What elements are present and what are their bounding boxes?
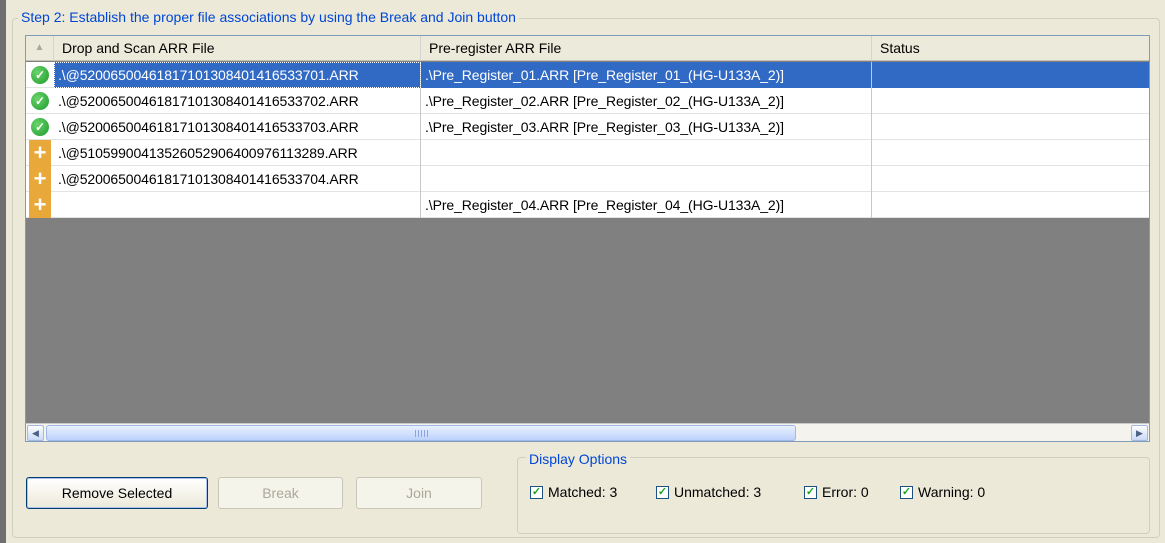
warning-checkbox[interactable]: ✓ <box>900 485 913 499</box>
scroll-right-button[interactable]: ▶ <box>1131 425 1148 441</box>
column-header-drop-scan[interactable]: Drop and Scan ARR File <box>54 36 421 61</box>
file-association-grid[interactable]: ▲ Drop and Scan ARR File Pre-register AR… <box>25 35 1150 442</box>
status-cell[interactable] <box>872 88 1149 114</box>
check-circle-icon: ✓ <box>31 92 49 110</box>
unmatched-checkbox[interactable]: ✓ <box>656 485 669 499</box>
preregister-file-cell[interactable]: .\Pre_Register_01.ARR [Pre_Register_01_(… <box>421 62 872 88</box>
error-checkbox[interactable]: ✓ <box>804 485 817 499</box>
preregister-file-cell[interactable]: .\Pre_Register_03.ARR [Pre_Register_03_(… <box>421 114 872 140</box>
matched-option[interactable]: ✓ Matched: 3 <box>530 484 617 500</box>
drop-scan-file-cell[interactable]: .\@520065004618171013084014165337​01.ARR <box>54 62 421 88</box>
status-cell[interactable] <box>872 114 1149 140</box>
plus-icon: + <box>29 166 51 192</box>
sort-column-header[interactable]: ▲ <box>26 36 54 61</box>
window-left-edge <box>0 0 6 543</box>
error-option[interactable]: ✓ Error: 0 <box>804 484 869 500</box>
drop-scan-file-cell[interactable]: .\@52006500461817101308401416533704.ARR <box>54 166 421 192</box>
plus-icon: + <box>29 192 51 218</box>
drop-scan-file-cell[interactable]: .\@51059900413526052906400976113289.ARR <box>54 140 421 166</box>
grip-icon <box>415 430 429 437</box>
unmatched-label: Unmatched: 3 <box>674 484 762 500</box>
preregister-file-cell[interactable]: .\Pre_Register_04.ARR [Pre_Register_04_(… <box>421 192 872 218</box>
error-label: Error: 0 <box>822 484 869 500</box>
table-row[interactable]: ✓ .\@52006500461817101308401416533702.AR… <box>26 88 1149 114</box>
status-cell[interactable] <box>872 140 1149 166</box>
table-row[interactable]: + .\Pre_Register_04.ARR [Pre_Register_04… <box>26 192 1149 218</box>
horizontal-scrollbar[interactable]: ◀ ▶ <box>26 423 1149 441</box>
unmatched-option[interactable]: ✓ Unmatched: 3 <box>656 484 761 500</box>
status-cell[interactable] <box>872 192 1149 218</box>
join-button[interactable]: Join <box>356 477 482 509</box>
remove-selected-button[interactable]: Remove Selected <box>26 477 208 509</box>
warning-label: Warning: 0 <box>918 484 986 500</box>
scroll-left-button[interactable]: ◀ <box>27 425 44 441</box>
table-row[interactable]: + .\@52006500461817101308401416533704.AR… <box>26 166 1149 192</box>
status-cell[interactable] <box>872 62 1149 88</box>
warning-option[interactable]: ✓ Warning: 0 <box>900 484 985 500</box>
check-circle-icon: ✓ <box>31 118 49 136</box>
table-row[interactable]: ✓ .\@520065004618171013084014165337​01.A… <box>26 62 1149 88</box>
drop-scan-file-cell[interactable] <box>54 192 421 218</box>
matched-label: Matched: 3 <box>548 484 618 500</box>
matched-checkbox[interactable]: ✓ <box>530 485 543 499</box>
plus-icon: + <box>29 140 51 166</box>
column-header-status[interactable]: Status <box>872 36 1149 61</box>
table-row[interactable]: + .\@51059900413526052906400976113289.AR… <box>26 140 1149 166</box>
status-cell[interactable] <box>872 166 1149 192</box>
table-row[interactable]: ✓ .\@52006500461817101308401416533703.AR… <box>26 114 1149 140</box>
grid-rows: ✓ .\@520065004618171013084014165337​01.A… <box>26 62 1149 218</box>
display-options-legend: Display Options <box>526 450 631 468</box>
preregister-file-cell[interactable] <box>421 140 872 166</box>
drop-scan-file-cell[interactable]: .\@52006500461817101308401416533703.ARR <box>54 114 421 140</box>
step-2-legend: Step 2: Establish the proper file associ… <box>18 8 519 26</box>
scrollbar-thumb[interactable] <box>46 425 796 441</box>
check-circle-icon: ✓ <box>31 66 49 84</box>
column-header-preregister[interactable]: Pre-register ARR File <box>421 36 872 61</box>
break-button[interactable]: Break <box>218 477 343 509</box>
preregister-file-cell[interactable] <box>421 166 872 192</box>
grid-header: ▲ Drop and Scan ARR File Pre-register AR… <box>26 36 1149 61</box>
preregister-file-cell[interactable]: .\Pre_Register_02.ARR [Pre_Register_02_(… <box>421 88 872 114</box>
drop-scan-file-cell[interactable]: .\@52006500461817101308401416533702.ARR <box>54 88 421 114</box>
